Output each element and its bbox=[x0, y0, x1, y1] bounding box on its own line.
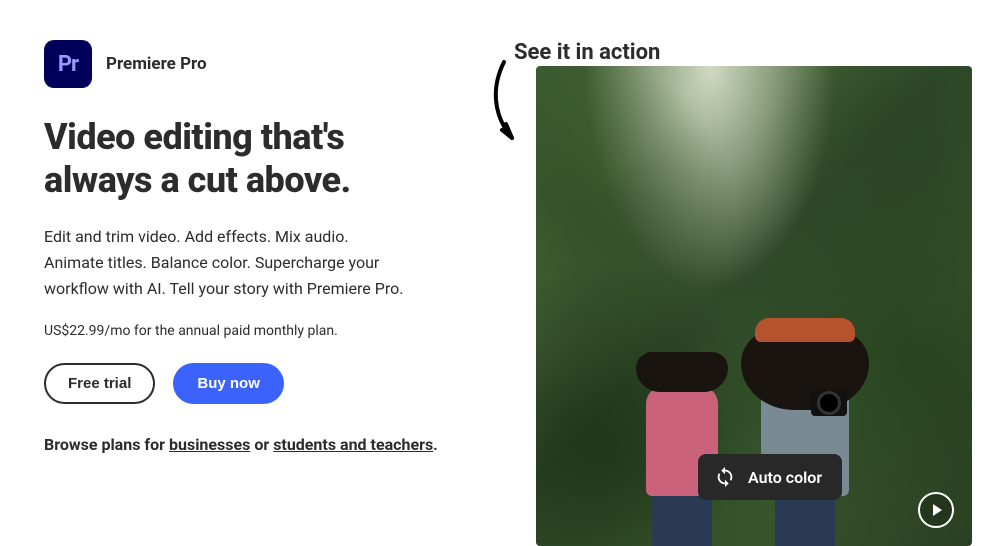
refresh-icon bbox=[714, 466, 736, 488]
businesses-link[interactable]: businesses bbox=[169, 435, 250, 454]
app-icon-text: Pr bbox=[58, 52, 78, 77]
plans-middle: or bbox=[250, 435, 273, 454]
plans-text: Browse plans for businesses or students … bbox=[44, 432, 444, 458]
see-it-label: See it in action bbox=[514, 40, 660, 65]
play-button[interactable] bbox=[918, 492, 954, 528]
arrow-icon bbox=[488, 56, 522, 146]
camera-icon bbox=[811, 390, 847, 416]
buy-now-button[interactable]: Buy now bbox=[173, 363, 284, 404]
app-icon: Pr bbox=[44, 40, 92, 88]
price-text: US$22.99/mo for the annual paid monthly … bbox=[44, 323, 444, 339]
video-figure bbox=[646, 358, 718, 546]
badge-label: Auto color bbox=[748, 468, 822, 487]
play-icon bbox=[933, 504, 942, 516]
plans-prefix: Browse plans for bbox=[44, 435, 169, 454]
headline: Video editing that's always a cut above. bbox=[44, 116, 444, 202]
video-figure bbox=[761, 334, 849, 546]
content-column: Pr Premiere Pro Video editing that's alw… bbox=[44, 40, 444, 458]
cta-row: Free trial Buy now bbox=[44, 363, 444, 404]
app-header: Pr Premiere Pro bbox=[44, 40, 444, 88]
free-trial-button[interactable]: Free trial bbox=[44, 363, 155, 404]
plans-suffix: . bbox=[433, 435, 438, 454]
video-preview[interactable]: Auto color bbox=[536, 66, 972, 546]
app-name: Premiere Pro bbox=[106, 54, 207, 74]
auto-color-badge: Auto color bbox=[698, 454, 842, 500]
preview-column: See it in action bbox=[484, 40, 1000, 458]
students-teachers-link[interactable]: students and teachers bbox=[273, 435, 433, 454]
description: Edit and trim video. Add effects. Mix au… bbox=[44, 224, 404, 301]
